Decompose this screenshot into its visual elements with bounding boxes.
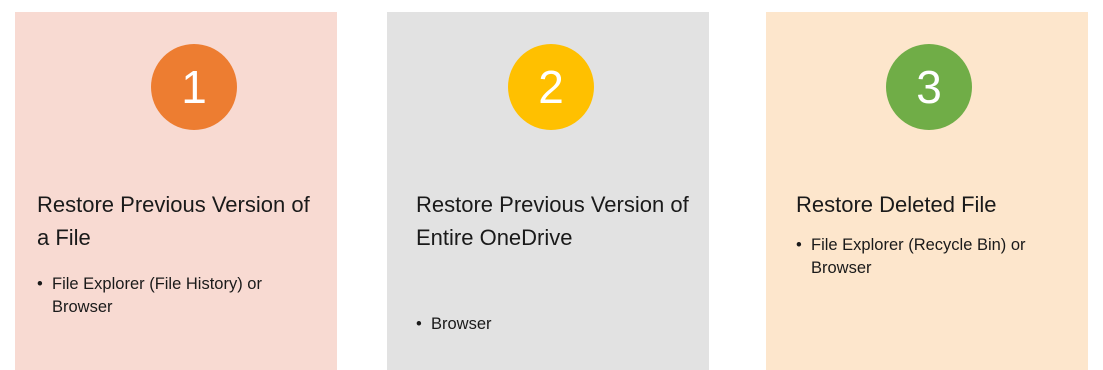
- step-number: 1: [181, 61, 207, 113]
- bullet-item: • Browser: [416, 313, 697, 336]
- card-title: Restore Previous Version of Entire OneDr…: [416, 192, 689, 250]
- card-bullet-list: • File Explorer (Recycle Bin) or Browser: [796, 234, 1076, 280]
- bullet-glyph: •: [796, 236, 802, 254]
- step-number-badge: 3: [886, 44, 972, 130]
- card-title: Restore Deleted File: [796, 192, 997, 217]
- step-number: 3: [916, 61, 942, 113]
- card-bullet-list: • File Explorer (File History) or Browse…: [37, 273, 325, 319]
- card-restore-previous-version-file: 1 Restore Previous Version of a File • F…: [15, 12, 337, 370]
- bullet-text: Browser: [431, 315, 492, 333]
- bullet-text: File Explorer (File History) or Browser: [52, 275, 262, 316]
- step-number-badge: 2: [508, 44, 594, 130]
- bullet-text: File Explorer (Recycle Bin) or Browser: [811, 236, 1026, 277]
- card-title: Restore Previous Version of a File: [37, 192, 310, 250]
- bullet-glyph: •: [37, 275, 43, 293]
- bullet-item: • File Explorer (File History) or Browse…: [37, 273, 325, 319]
- bullet-glyph: •: [416, 315, 422, 333]
- bullet-item: • File Explorer (Recycle Bin) or Browser: [796, 234, 1076, 280]
- card-bullet-list: • Browser: [416, 313, 697, 336]
- card-restore-deleted-file: 3 Restore Deleted File • File Explorer (…: [766, 12, 1088, 370]
- step-number: 2: [538, 61, 564, 113]
- card-restore-previous-version-onedrive: 2 Restore Previous Version of Entire One…: [387, 12, 709, 370]
- step-number-badge: 1: [151, 44, 237, 130]
